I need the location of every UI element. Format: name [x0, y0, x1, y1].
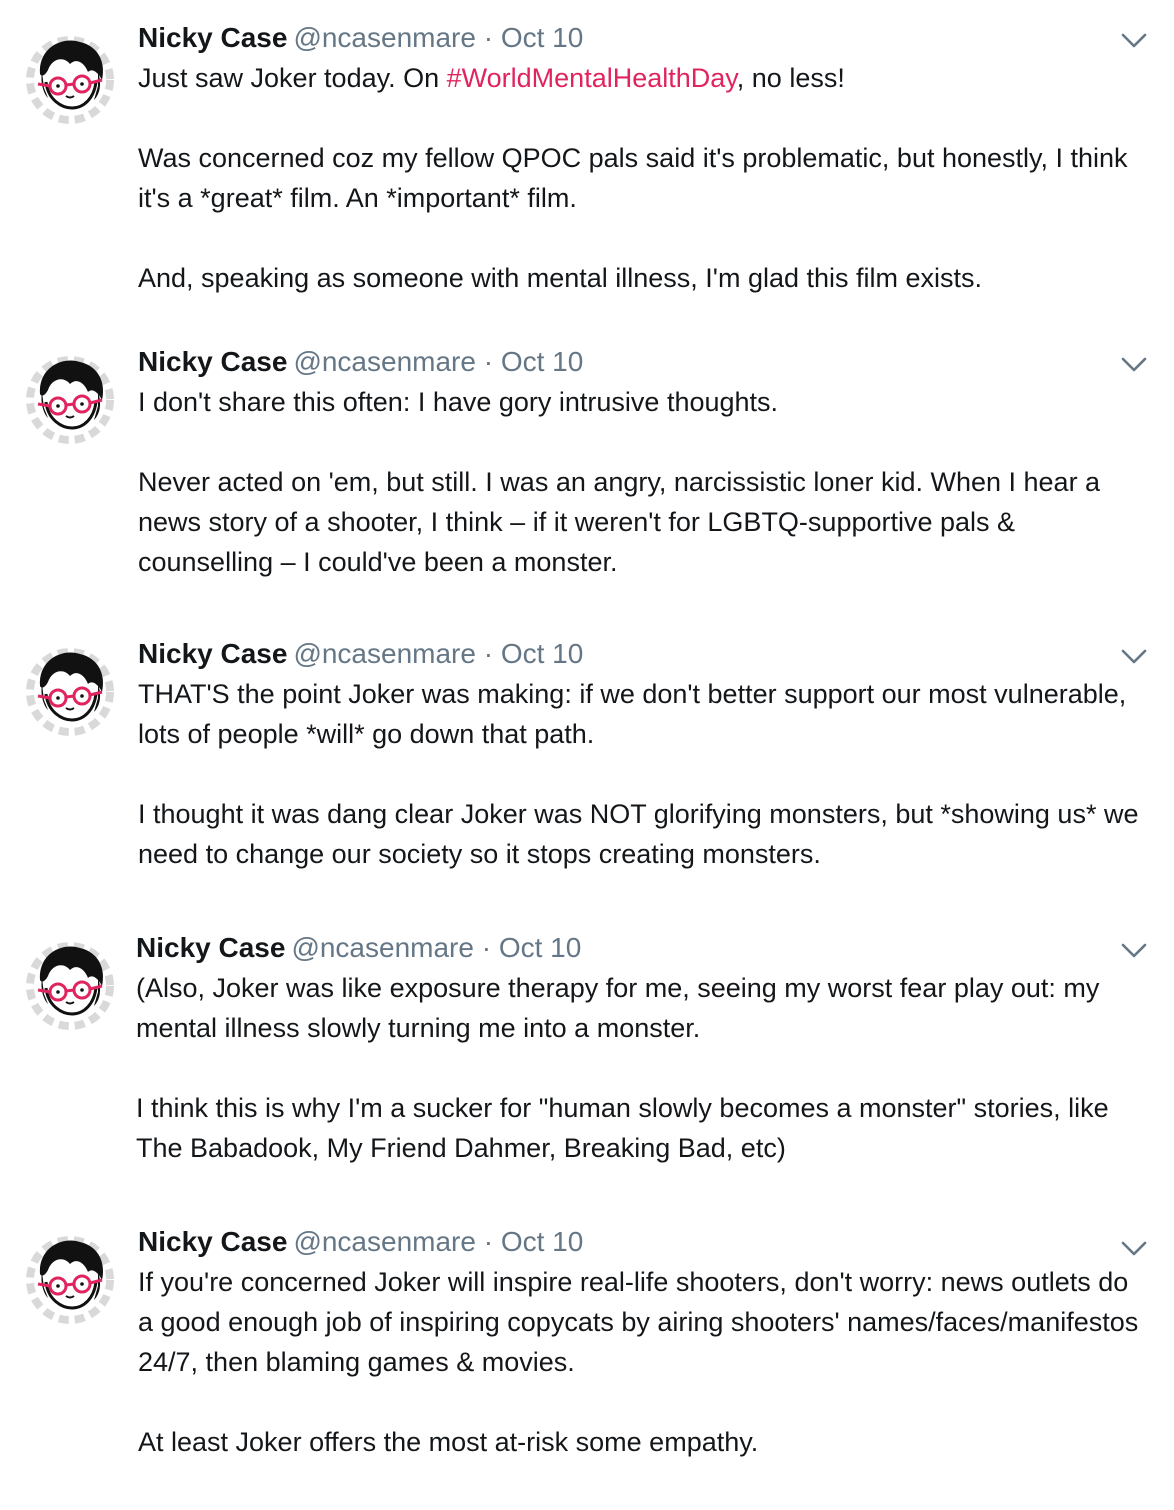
tweet-paragraph: I thought it was dang clear Joker was NO…	[138, 799, 1139, 869]
nicky-case-avatar-icon[interactable]	[22, 1228, 118, 1324]
author-handle[interactable]: @ncasenmare	[291, 932, 474, 963]
tweet-paragraph: If you're concerned Joker will inspire r…	[138, 1267, 1139, 1377]
tweet-paragraph: And, speaking as someone with mental ill…	[138, 263, 983, 293]
separator: ·	[481, 932, 492, 963]
tweet-timestamp[interactable]: Oct 10	[499, 932, 581, 963]
separator: ·	[483, 638, 494, 669]
author-name[interactable]: Nicky Case	[138, 1226, 287, 1257]
hashtag-link[interactable]: #WorldMentalHealthDay	[447, 63, 737, 93]
tweet-paragraph: At least Joker offers the most at-risk s…	[138, 1427, 759, 1457]
author-handle[interactable]: @ncasenmare	[293, 1226, 476, 1257]
tweet-paragraph: I don't share this often: I have gory in…	[138, 387, 779, 417]
nicky-case-avatar-icon[interactable]	[22, 640, 118, 736]
nicky-case-avatar-icon[interactable]	[22, 934, 118, 1030]
tweet-paragraph: Just saw Joker today. On #WorldMentalHea…	[138, 58, 1148, 98]
tweet-timestamp[interactable]: Oct 10	[501, 346, 583, 377]
nicky-case-avatar-icon[interactable]	[22, 28, 118, 124]
chevron-down-icon[interactable]	[1120, 1240, 1148, 1258]
tweet-header: Nicky Case @ncasenmare · Oct 10	[138, 342, 583, 382]
tweet-header: Nicky Case @ncasenmare · Oct 10	[138, 18, 583, 58]
separator: ·	[483, 22, 494, 53]
author-handle[interactable]: @ncasenmare	[293, 22, 476, 53]
author-name[interactable]: Nicky Case	[138, 22, 287, 53]
separator: ·	[483, 346, 494, 377]
tweet-text-fragment: Just saw Joker today. On	[138, 63, 447, 93]
chevron-down-icon[interactable]	[1120, 942, 1148, 960]
author-name[interactable]: Nicky Case	[138, 346, 287, 377]
tweet-header: Nicky Case @ncasenmare · Oct 10	[138, 634, 583, 674]
chevron-down-icon[interactable]	[1120, 648, 1148, 666]
tweet-text: Just saw Joker today. On #WorldMentalHea…	[138, 58, 1148, 298]
author-name[interactable]: Nicky Case	[138, 638, 287, 669]
chevron-down-icon[interactable]	[1120, 32, 1148, 50]
tweet-text: If you're concerned Joker will inspire r…	[138, 1262, 1148, 1462]
tweet-timestamp[interactable]: Oct 10	[501, 1226, 583, 1257]
tweet-text: THAT'S the point Joker was making: if we…	[138, 674, 1148, 874]
separator: ·	[483, 1226, 494, 1257]
tweet-paragraph: Was concerned coz my fellow QPOC pals sa…	[138, 143, 1128, 213]
chevron-down-icon[interactable]	[1120, 356, 1148, 374]
nicky-case-avatar-icon[interactable]	[22, 348, 118, 444]
tweet-text-fragment: , no less!	[736, 63, 845, 93]
tweet-paragraph: I think this is why I'm a sucker for "hu…	[136, 1093, 1109, 1163]
tweet-paragraph: Never acted on 'em, but still. I was an …	[138, 467, 1101, 577]
author-name[interactable]: Nicky Case	[136, 932, 285, 963]
author-handle[interactable]: @ncasenmare	[293, 638, 476, 669]
tweet-paragraph: THAT'S the point Joker was making: if we…	[138, 679, 1127, 749]
tweet-paragraph: (Also, Joker was like exposure therapy f…	[136, 973, 1100, 1043]
tweet-text: I don't share this often: I have gory in…	[138, 382, 1148, 582]
tweet-header: Nicky Case @ncasenmare · Oct 10	[136, 928, 581, 968]
tweet-timestamp[interactable]: Oct 10	[501, 638, 583, 669]
author-handle[interactable]: @ncasenmare	[293, 346, 476, 377]
tweet-header: Nicky Case @ncasenmare · Oct 10	[138, 1222, 583, 1262]
tweet-text: (Also, Joker was like exposure therapy f…	[136, 968, 1146, 1168]
tweet-timestamp[interactable]: Oct 10	[501, 22, 583, 53]
